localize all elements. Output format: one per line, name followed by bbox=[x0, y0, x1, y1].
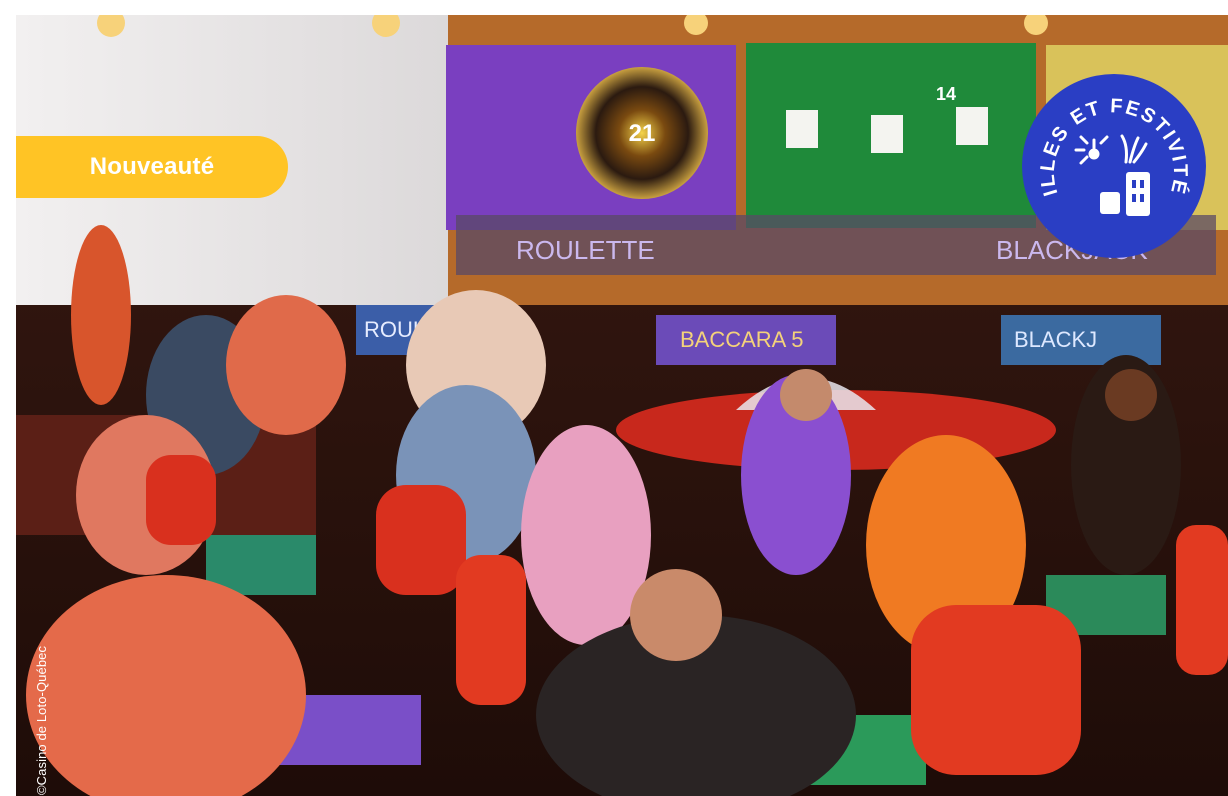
svg-text:BLACKJ: BLACKJ bbox=[1014, 327, 1097, 352]
new-badge: Nouveauté bbox=[16, 136, 288, 198]
villes-et-festivites-seal: VILLES ET FESTIVITÉS bbox=[1022, 74, 1206, 258]
roulette-wall-label: ROULETTE bbox=[516, 235, 655, 265]
roulette-number: 21 bbox=[629, 120, 656, 147]
baccara-sign: BACCARA 5 bbox=[680, 327, 804, 352]
photo-credit: ©Casino de Loto-Québec bbox=[34, 645, 49, 795]
blackjack-count: 14 bbox=[936, 84, 956, 104]
